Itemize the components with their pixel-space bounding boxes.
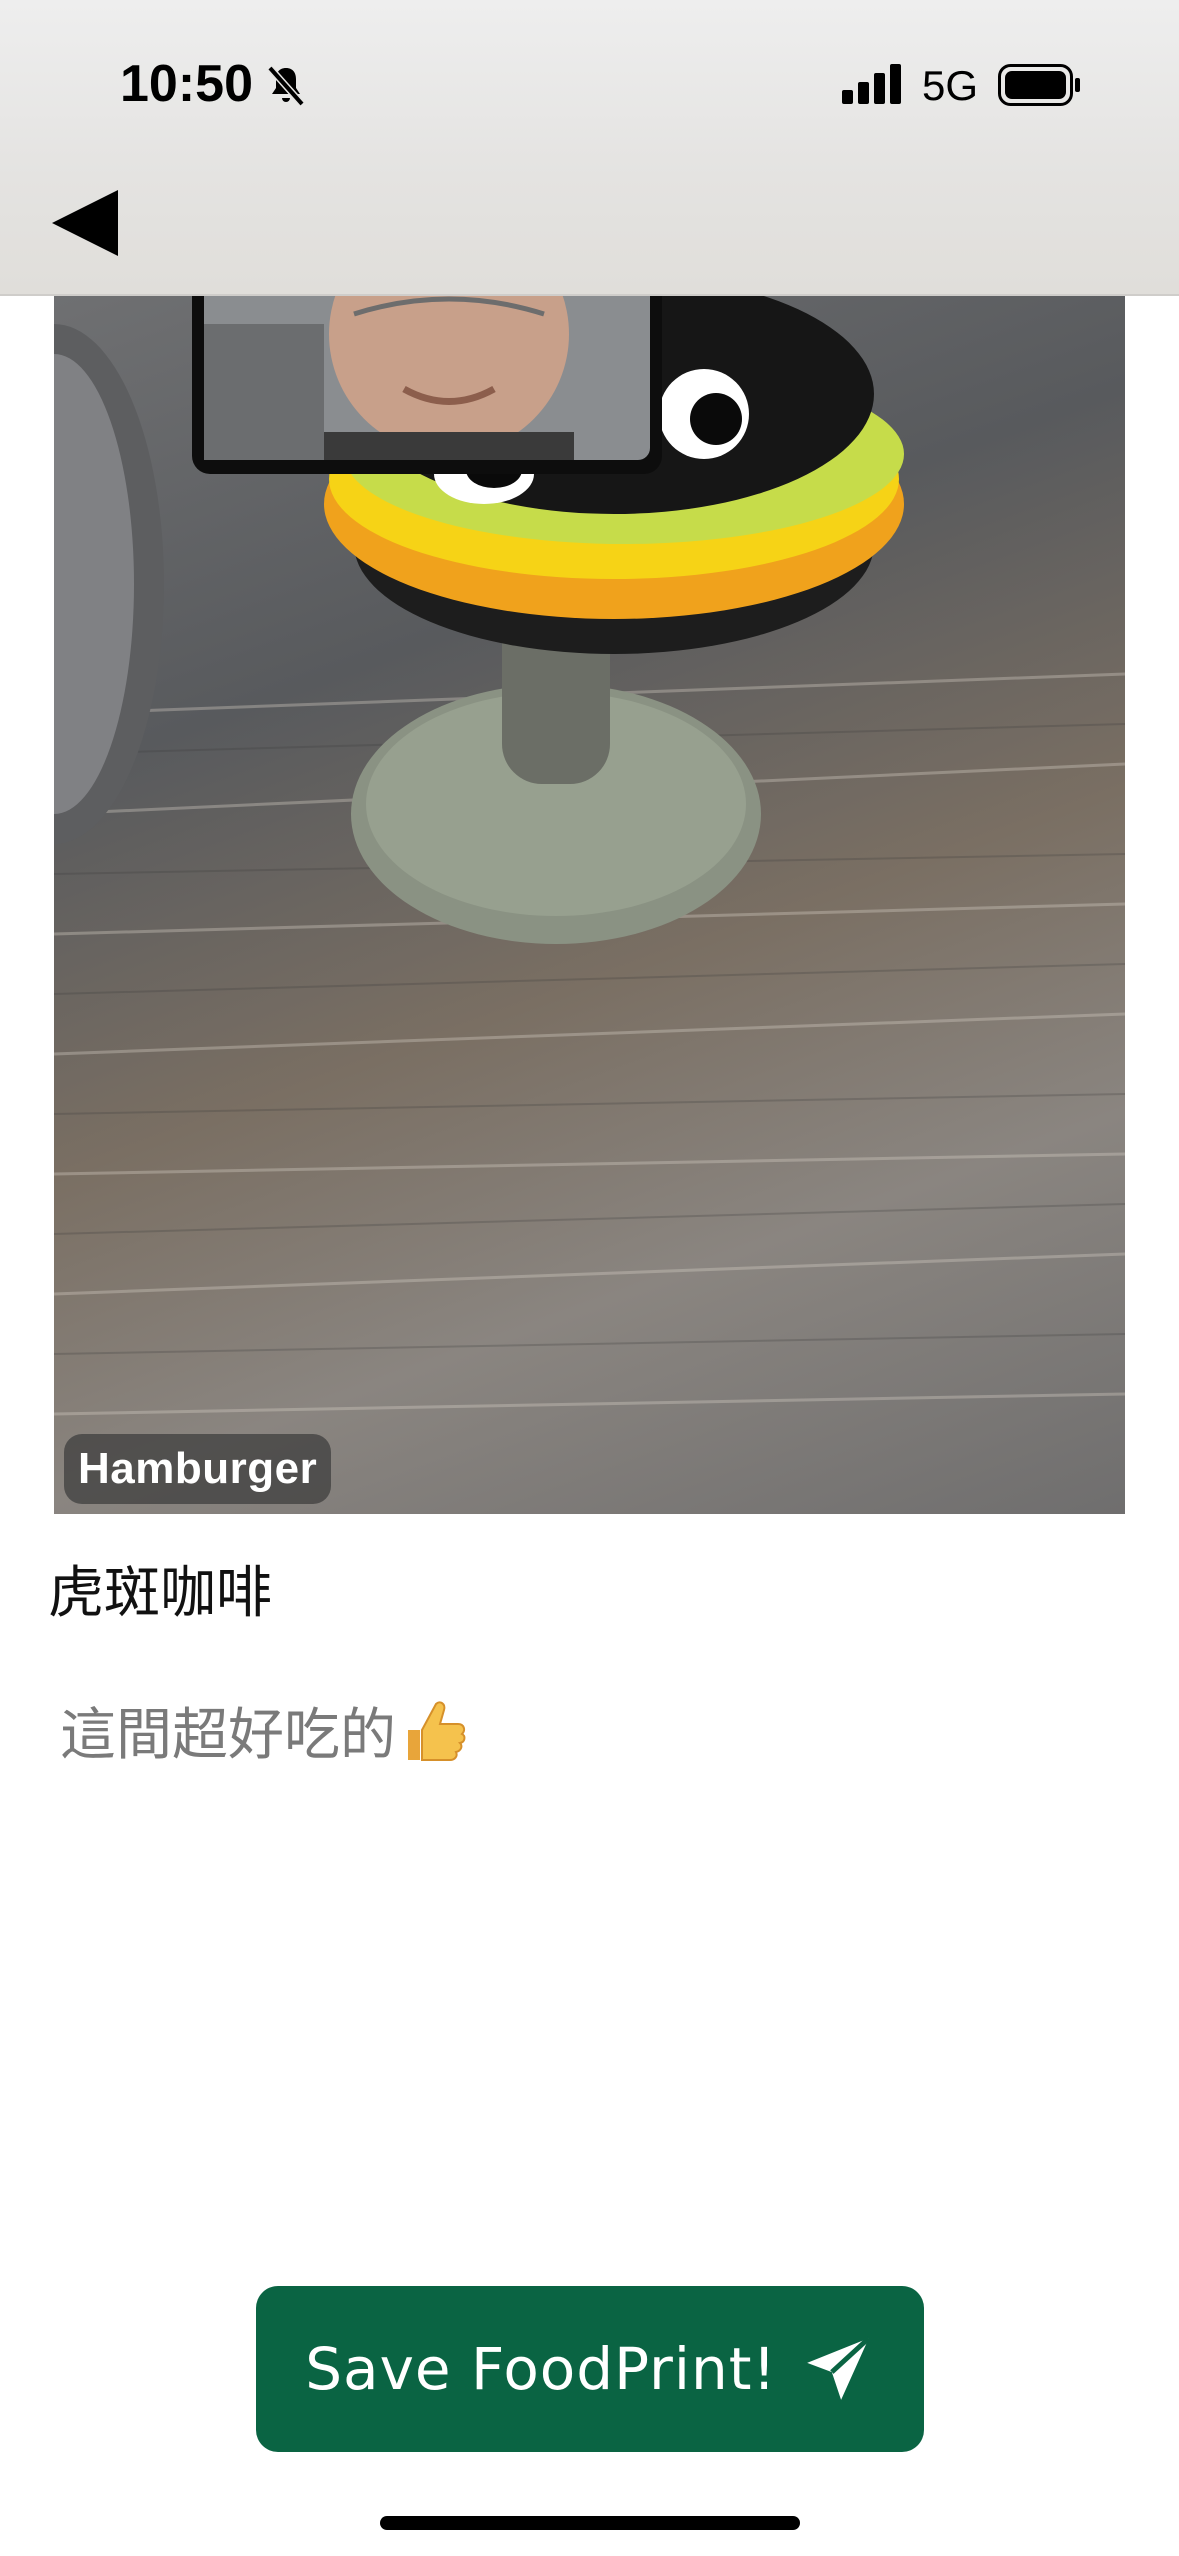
save-button-label: Save FoodPrint! xyxy=(305,2335,777,2403)
hamburger-figure-image xyxy=(54,294,1125,1416)
place-name: 虎斑咖啡 xyxy=(48,1561,272,1626)
top-bar: 10:50 5G xyxy=(0,0,1179,296)
back-button[interactable] xyxy=(48,186,138,266)
food-category-label: Hamburger xyxy=(64,1434,332,1504)
review-text: 這間超好吃的 xyxy=(60,1690,470,1771)
send-icon xyxy=(806,2336,871,2400)
thumbs-up-icon xyxy=(408,1700,466,1761)
back-arrow-icon xyxy=(52,190,118,256)
review-text-content: 這間超好吃的 xyxy=(60,1703,396,1768)
status-time: 10:50 xyxy=(120,55,253,113)
battery-icon xyxy=(998,64,1080,106)
signal-icon xyxy=(842,64,901,104)
home-indicator xyxy=(380,2516,800,2530)
bell-slash-icon xyxy=(267,65,305,107)
save-foodprint-button[interactable]: Save FoodPrint! xyxy=(256,2286,924,2452)
food-photo: Hamburger xyxy=(54,294,1125,1514)
network-type: 5G xyxy=(922,62,979,109)
